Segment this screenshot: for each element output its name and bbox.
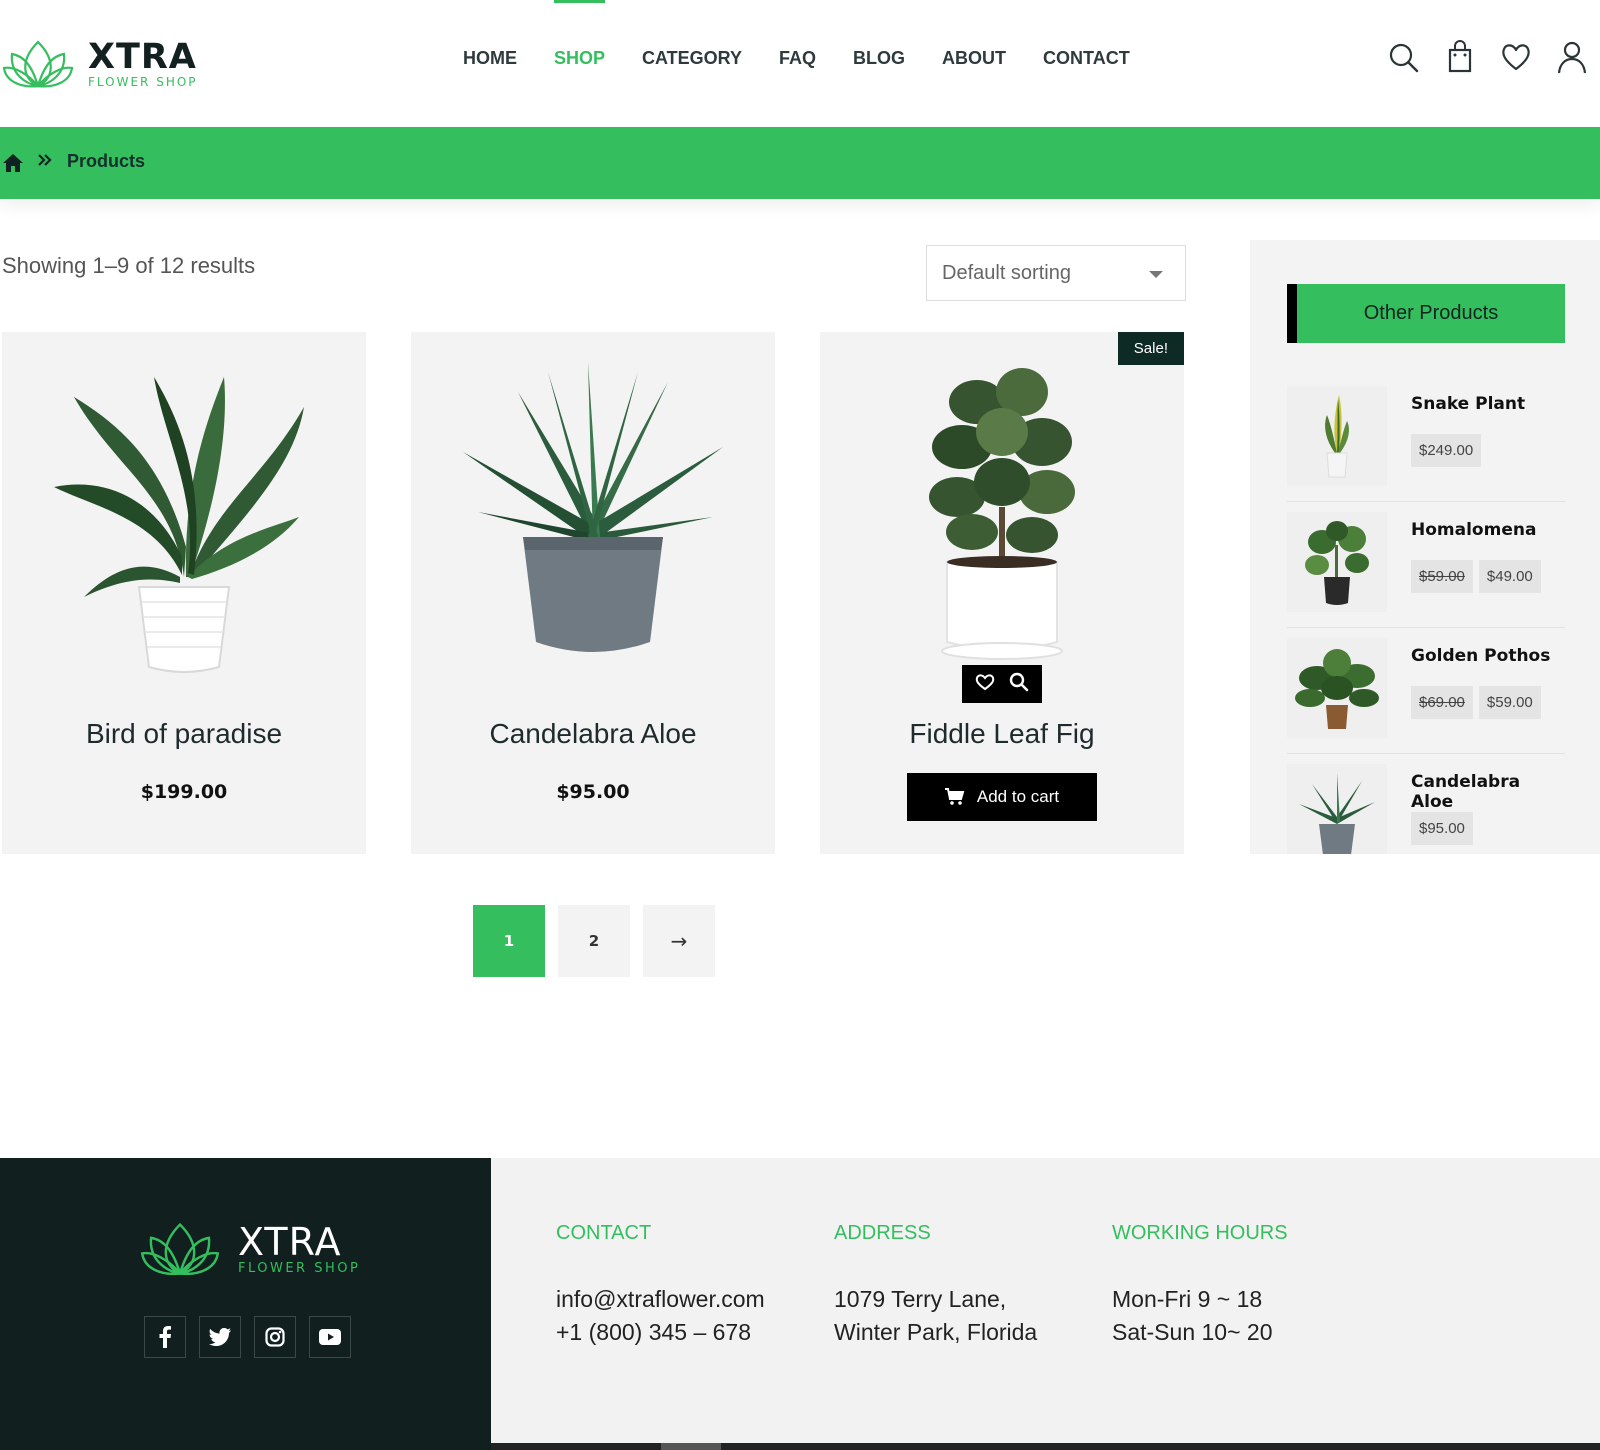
add-to-cart-label: Add to cart	[976, 787, 1060, 806]
youtube-icon[interactable]	[309, 1316, 351, 1358]
logo-subtitle: FLOWER SHOP	[88, 75, 198, 89]
sidebar-product-price: $49.00	[1478, 560, 1541, 593]
nav-about[interactable]: ABOUT	[942, 48, 1006, 69]
footer-email[interactable]: info@xtraflower.com	[556, 1283, 765, 1316]
quick-actions	[962, 665, 1042, 703]
sidebar-product-name[interactable]: Homalomena	[1411, 520, 1536, 540]
nav-home[interactable]: HOME	[463, 48, 517, 69]
nav-category[interactable]: CATEGORY	[642, 48, 742, 69]
footer-hours-line1: Mon-Fri 9 ~ 18	[1112, 1286, 1263, 1312]
footer-address-heading: ADDRESS	[834, 1222, 931, 1244]
footer-info-panel: CONTACT info@xtraflower.com +1 (800) 345…	[491, 1158, 1600, 1443]
product-card[interactable]: Candelabra Aloe $95.00	[411, 332, 775, 854]
product-image-candelabra-aloe[interactable]	[411, 332, 775, 692]
shopping-bag-icon[interactable]	[1444, 40, 1476, 74]
footer-contact-heading: CONTACT	[556, 1222, 652, 1244]
sidebar-product[interactable]: Candelabra Aloe $95.00	[1287, 762, 1565, 854]
breadcrumb: Products	[0, 127, 1600, 199]
sidebar-thumb-golden-pothos[interactable]	[1287, 638, 1387, 738]
sale-badge: Sale!	[1117, 332, 1184, 365]
sidebar-product-name[interactable]: Snake Plant	[1411, 394, 1525, 414]
add-to-wishlist-heart-icon[interactable]	[975, 673, 995, 695]
chevron-down-icon	[1149, 271, 1163, 278]
sidebar-thumb-homalomena[interactable]	[1287, 512, 1387, 612]
instagram-icon[interactable]	[254, 1316, 296, 1358]
sort-select[interactable]: Default sorting	[926, 245, 1186, 301]
product-name[interactable]: Bird of paradise	[2, 718, 366, 750]
pagination: 1 2 →	[473, 905, 715, 977]
social-links	[144, 1316, 351, 1358]
footer-brand-subtitle: FLOWER SHOP	[238, 1260, 361, 1276]
home-icon[interactable]	[2, 153, 24, 177]
footer-address: ADDRESS 1079 Terry Lane, Winter Park, Fl…	[834, 1222, 1037, 1349]
footer-hours-heading: WORKING HOURS	[1112, 1222, 1288, 1244]
product-card[interactable]: Sale! Fiddle Leaf Fig Add to cart	[820, 332, 1184, 854]
footer-logo[interactable]: XTRA FLOWER SHOP	[140, 1220, 360, 1278]
product-image-fiddle-leaf-fig[interactable]	[820, 332, 1184, 692]
product-price: $199.00	[140, 781, 228, 803]
footer-hours-line2: Sat-Sun 10~ 20	[1112, 1319, 1273, 1345]
add-to-cart-button[interactable]: Add to cart	[907, 773, 1097, 821]
logo-brand: XTRA	[88, 37, 197, 77]
sidebar-title: Other Products	[1287, 284, 1565, 343]
product-card[interactable]: Bird of paradise $199.00	[2, 332, 366, 854]
user-account-icon[interactable]	[1556, 40, 1588, 74]
sidebar-product[interactable]: Homalomena $59.00 $49.00	[1287, 510, 1565, 628]
footer-address-line1: 1079 Terry Lane,	[834, 1286, 1007, 1312]
sidebar-product-name[interactable]: Candelabra Aloe	[1411, 772, 1565, 812]
next-page-button[interactable]: →	[643, 905, 715, 977]
footer-contact: CONTACT info@xtraflower.com +1 (800) 345…	[556, 1222, 765, 1349]
nav-contact[interactable]: CONTACT	[1043, 48, 1130, 69]
sort-value: Default sorting	[942, 262, 1071, 284]
footer-phone[interactable]: +1 (800) 345 – 678	[556, 1316, 765, 1349]
sidebar-product-price: $95.00	[1411, 812, 1473, 845]
lotus-logo-icon	[140, 1222, 220, 1276]
product-name[interactable]: Candelabra Aloe	[411, 718, 775, 750]
facebook-icon[interactable]	[144, 1316, 186, 1358]
header-actions	[1388, 40, 1588, 74]
sidebar-thumb-snake-plant[interactable]	[1287, 386, 1387, 486]
twitter-icon[interactable]	[199, 1316, 241, 1358]
sidebar-other-products: Other Products Snake Plant $249.00 Homal…	[1250, 240, 1600, 854]
results-count: Showing 1–9 of 12 results	[2, 253, 256, 278]
nav-shop[interactable]: SHOP	[554, 0, 606, 69]
quick-view-search-icon[interactable]	[1009, 672, 1029, 696]
product-image-bird-of-paradise[interactable]	[2, 332, 366, 692]
sidebar-product-price: $59.00	[1478, 686, 1541, 719]
page-1-button[interactable]: 1	[473, 905, 545, 977]
sidebar-product[interactable]: Snake Plant $249.00	[1287, 384, 1565, 502]
sidebar-product-old-price: $59.00	[1411, 560, 1473, 593]
nav-blog[interactable]: BLOG	[853, 48, 905, 69]
wishlist-heart-icon[interactable]	[1500, 40, 1532, 74]
main-nav: HOME SHOP CATEGORY FAQ BLOG ABOUT CONTAC…	[463, 0, 1167, 69]
sidebar-product-old-price: $69.00	[1411, 686, 1473, 719]
page-2-button[interactable]: 2	[558, 905, 630, 977]
sidebar-product-price: $249.00	[1411, 434, 1482, 467]
footer-hours: WORKING HOURS Mon-Fri 9 ~ 18 Sat-Sun 10~…	[1112, 1222, 1288, 1349]
product-name[interactable]: Fiddle Leaf Fig	[820, 718, 1184, 750]
cart-icon	[944, 788, 965, 805]
scroll-to-top-tab[interactable]	[661, 1443, 721, 1450]
sidebar-product[interactable]: Golden Pothos $69.00 $59.00	[1287, 636, 1565, 754]
nav-faq[interactable]: FAQ	[779, 48, 816, 69]
lotus-logo-icon	[2, 40, 74, 88]
footer-brand: XTRA	[238, 1219, 342, 1264]
breadcrumb-separator-icon	[36, 151, 54, 174]
sidebar-thumb-candelabra-aloe[interactable]	[1287, 764, 1387, 854]
site-header: XTRA FLOWER SHOP HOME SHOP CATEGORY FAQ …	[0, 0, 1600, 127]
search-icon[interactable]	[1388, 40, 1420, 74]
breadcrumb-current: Products	[67, 151, 146, 171]
sidebar-product-name[interactable]: Golden Pothos	[1411, 646, 1550, 666]
footer-bottom-bar	[491, 1443, 1600, 1450]
site-logo[interactable]: XTRA FLOWER SHOP	[2, 38, 198, 90]
product-price: $95.00	[556, 781, 630, 803]
footer-address-line2: Winter Park, Florida	[834, 1319, 1038, 1345]
footer-brand-panel: XTRA FLOWER SHOP	[0, 1158, 491, 1450]
